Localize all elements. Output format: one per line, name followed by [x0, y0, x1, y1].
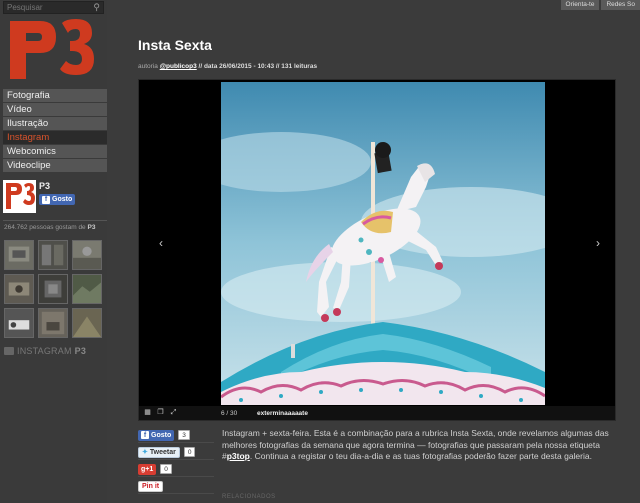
camera-icon — [4, 347, 14, 355]
search-input[interactable] — [4, 2, 90, 13]
photo-gallery: ‹ › ▦ ❐ ⤢ 6 / 30 exterminaaaaate — [138, 79, 616, 421]
social-share: f Gosto 3 ✦ Tweetar 0 g+1 0 Pin it — [138, 428, 214, 496]
facebook-like-label: Gosto — [52, 196, 73, 203]
nav-item-webcomics[interactable]: Webcomics — [3, 145, 107, 158]
tweet-button[interactable]: ✦ Tweetar — [138, 446, 180, 458]
instagram-label-brand: P3 — [74, 346, 87, 356]
facebook-icon: f — [141, 431, 149, 439]
thumbnails-icon[interactable]: ❐ — [156, 409, 165, 417]
sidebar: ⚲ Fotografia Vídeo Ilustração Instagram … — [0, 0, 107, 503]
article-title: Insta Sexta — [138, 37, 212, 53]
pinterest-button[interactable]: Pin it — [138, 480, 164, 492]
google-plus-button[interactable]: g+1 — [138, 463, 157, 475]
facebook-share-button[interactable]: f Gosto — [138, 429, 175, 441]
instagram-label[interactable]: INSTAGRAM P3 — [4, 346, 86, 356]
main-nav: Fotografia Vídeo Ilustração Instagram We… — [3, 89, 107, 173]
gallery-photo[interactable] — [221, 82, 545, 405]
tab-redes-sociais[interactable]: Redes So — [601, 0, 640, 10]
article-meta: autoria @publicop3 // data 26/06/2015 - … — [138, 63, 317, 70]
top-tabs: Orienta-te Redes So — [560, 0, 640, 10]
instagram-thumbnail[interactable] — [72, 240, 102, 270]
instagram-thumbnail[interactable] — [4, 240, 34, 270]
tweet-count: 0 — [183, 447, 196, 457]
meta-author-prefix: autoria — [138, 63, 158, 70]
nav-item-instagram[interactable]: Instagram — [3, 131, 107, 144]
nav-item-video[interactable]: Vídeo — [3, 103, 107, 116]
twitter-icon: ✦ — [142, 449, 148, 456]
facebook-share-count: 3 — [178, 430, 190, 440]
p3-page-avatar[interactable] — [3, 180, 36, 213]
facebook-count-page[interactable]: P3 — [87, 224, 95, 231]
tweet-label: Tweetar — [149, 448, 176, 456]
facebook-like-button[interactable]: f Gosto — [39, 194, 76, 205]
nav-item-fotografia[interactable]: Fotografia — [3, 89, 107, 102]
search-icon[interactable]: ⚲ — [93, 2, 100, 13]
instagram-label-prefix: INSTAGRAM — [17, 346, 72, 356]
author-link[interactable]: @publicop3 — [160, 63, 197, 70]
search-box: ⚲ — [3, 1, 104, 14]
nav-item-videoclipe[interactable]: Videoclipe — [3, 159, 107, 172]
facebook-share-row: f Gosto 3 — [138, 428, 214, 443]
instagram-thumbnail[interactable] — [4, 308, 34, 338]
chevron-left-icon[interactable]: ‹ — [154, 235, 168, 251]
nav-item-ilustracao[interactable]: Ilustração — [3, 117, 107, 130]
instagram-thumbnail[interactable] — [72, 274, 102, 304]
instagram-thumbnail[interactable] — [38, 274, 68, 304]
facebook-icon: f — [42, 195, 50, 204]
gallery-counter: 6 / 30 — [221, 409, 238, 417]
chevron-right-icon[interactable]: › — [591, 235, 605, 251]
facebook-page-name[interactable]: P3 — [39, 181, 50, 191]
gallery-caption: exterminaaaaate — [257, 409, 308, 417]
twitter-share-row: ✦ Tweetar 0 — [138, 445, 214, 460]
fullscreen-icon[interactable]: ⤢ — [169, 409, 178, 417]
facebook-count-text: 264.762 pessoas gostam de — [4, 224, 86, 231]
pinterest-share-row: Pin it — [138, 479, 214, 494]
instagram-thumbnail[interactable] — [38, 240, 68, 270]
divider — [3, 220, 107, 221]
article-body: Instagram + sexta-feira. Esta é a combin… — [222, 428, 622, 463]
facebook-share-label: Gosto — [151, 431, 172, 439]
article-body-text-end: . Continua a registar o teu dia-a-dia e … — [249, 451, 592, 461]
instagram-thumbnail[interactable] — [4, 274, 34, 304]
related-heading: RELACIONADOS — [222, 494, 276, 500]
google-plus-count: 0 — [160, 464, 172, 474]
instagram-thumbnails — [4, 240, 106, 338]
gplus-share-row: g+1 0 — [138, 462, 214, 477]
instagram-thumbnail[interactable] — [38, 308, 68, 338]
facebook-like-count: 264.762 pessoas gostam de P3 — [4, 224, 95, 231]
grid-icon[interactable]: ▦ — [143, 409, 152, 417]
gallery-toolbar: ▦ ❐ ⤢ 6 / 30 exterminaaaaate — [139, 406, 615, 420]
p3-logo[interactable] — [6, 17, 98, 83]
facebook-widget: P3 f Gosto — [3, 180, 107, 218]
meta-date-reads: // data 26/06/2015 - 10:43 // 131 leitur… — [198, 63, 318, 70]
instagram-thumbnail[interactable] — [72, 308, 102, 338]
p3top-tag-link[interactable]: p3top — [227, 451, 250, 461]
tab-orienta-te[interactable]: Orienta-te — [560, 0, 600, 10]
